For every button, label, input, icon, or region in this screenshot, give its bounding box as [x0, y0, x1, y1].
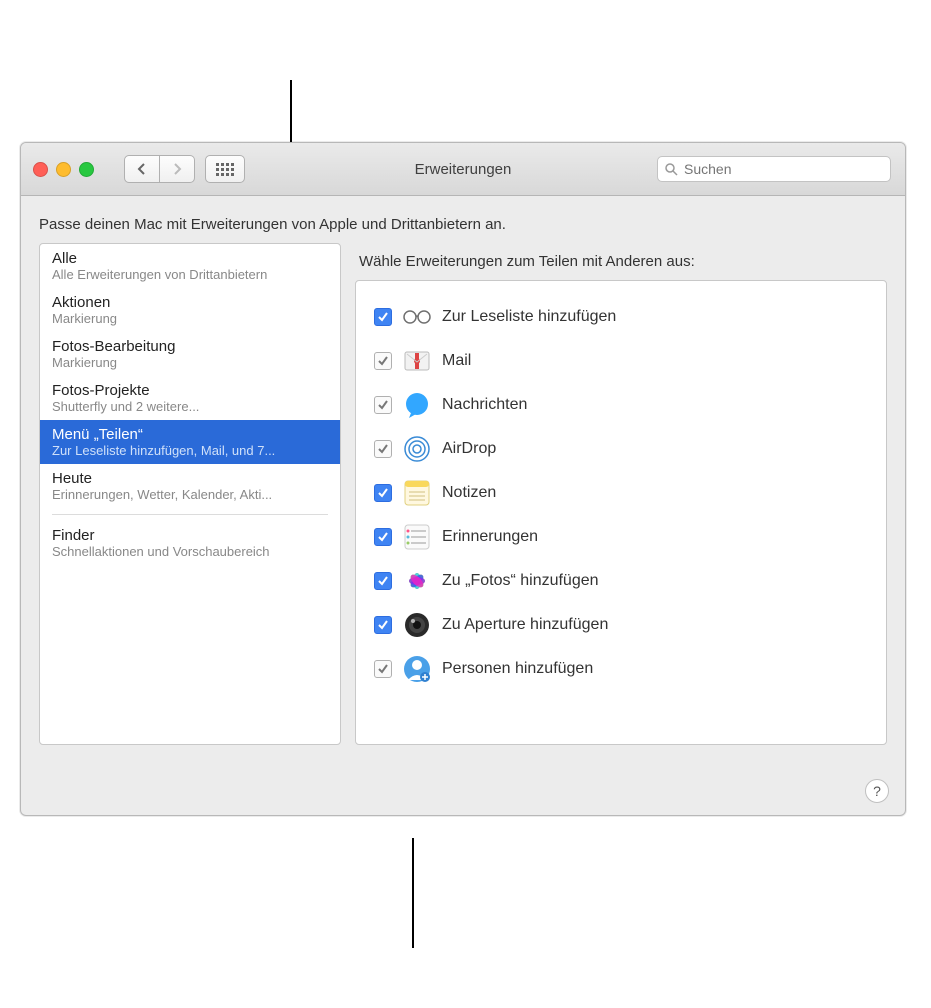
sidebar-item-desc: Markierung — [52, 355, 328, 370]
traffic-lights — [21, 162, 94, 177]
airdrop-icon — [402, 434, 432, 464]
sidebar-item[interactable]: Fotos-BearbeitungMarkierung — [40, 332, 340, 376]
sidebar-item[interactable]: AktionenMarkierung — [40, 288, 340, 332]
help-button[interactable]: ? — [865, 779, 889, 803]
chevron-right-icon — [172, 163, 182, 175]
checkbox[interactable] — [374, 484, 392, 502]
personen-icon — [402, 654, 432, 684]
forward-button[interactable] — [160, 155, 195, 183]
checkbox[interactable] — [374, 440, 392, 458]
extension-row: Nachrichten — [374, 383, 868, 427]
fotos-icon — [402, 566, 432, 596]
page-subtitle: Passe deinen Mac mit Erweiterungen von A… — [21, 196, 905, 243]
sidebar-item[interactable]: Menü „Teilen“Zur Leseliste hinzufügen, M… — [40, 420, 340, 464]
aperture-icon — [402, 610, 432, 640]
minimize-button[interactable] — [56, 162, 71, 177]
glasses-icon — [402, 302, 432, 332]
sidebar-item-label: Alle — [52, 250, 328, 267]
sidebar-item-desc: Zur Leseliste hinzufügen, Mail, und 7... — [52, 443, 328, 458]
mail-icon — [402, 346, 432, 376]
checkbox[interactable] — [374, 660, 392, 678]
extension-label: Notizen — [442, 484, 496, 502]
extension-label: Zu „Fotos“ hinzufügen — [442, 572, 599, 590]
extension-row: Mail — [374, 339, 868, 383]
sidebar-item-desc: Schnellaktionen und Vorschaubereich — [52, 544, 328, 559]
search-icon — [664, 162, 678, 176]
checkbox[interactable] — [374, 396, 392, 414]
sidebar-item-label: Finder — [52, 527, 328, 544]
sidebar-separator — [52, 514, 328, 515]
extension-list: Zur Leseliste hinzufügen Mail Nachrichten A… — [355, 280, 887, 745]
sidebar-item-desc: Markierung — [52, 311, 328, 326]
search-field[interactable] — [657, 156, 891, 182]
sidebar-item-label: Fotos-Bearbeitung — [52, 338, 328, 355]
extension-row: AirDrop — [374, 427, 868, 471]
extension-row: Zu „Fotos“ hinzufügen — [374, 559, 868, 603]
checkbox[interactable] — [374, 308, 392, 326]
messages-icon — [402, 390, 432, 420]
extension-label: Personen hinzufügen — [442, 660, 593, 678]
checkbox[interactable] — [374, 572, 392, 590]
notizen-icon — [402, 478, 432, 508]
sidebar-item-desc: Shutterfly und 2 weitere... — [52, 399, 328, 414]
sidebar-item-finder[interactable]: FinderSchnellaktionen und Vorschaubereic… — [40, 521, 340, 565]
show-all-button[interactable] — [205, 155, 245, 183]
content-area: AlleAlle Erweiterungen von Drittanbieter… — [21, 243, 905, 763]
sidebar-item-label: Aktionen — [52, 294, 328, 311]
sidebar-item-desc: Erinnerungen, Wetter, Kalender, Akti... — [52, 487, 328, 502]
reminders-icon — [402, 522, 432, 552]
extension-row: Zur Leseliste hinzufügen — [374, 295, 868, 339]
checkbox[interactable] — [374, 352, 392, 370]
extension-row: Notizen — [374, 471, 868, 515]
extension-label: Erinnerungen — [442, 528, 538, 546]
extension-row: Personen hinzufügen — [374, 647, 868, 691]
search-input[interactable] — [682, 160, 884, 178]
sidebar-item[interactable]: Fotos-ProjekteShutterfly und 2 weitere..… — [40, 376, 340, 420]
sidebar-item-label: Menü „Teilen“ — [52, 426, 328, 443]
main-panel: Wähle Erweiterungen zum Teilen mit Ander… — [355, 243, 887, 745]
nav-buttons — [124, 155, 195, 183]
sidebar-item[interactable]: AlleAlle Erweiterungen von Drittanbieter… — [40, 244, 340, 288]
extension-row: Erinnerungen — [374, 515, 868, 559]
sidebar-item-desc: Alle Erweiterungen von Drittanbietern — [52, 267, 328, 282]
sidebar-item-label: Fotos-Projekte — [52, 382, 328, 399]
preferences-window: Erweiterungen Passe deinen Mac mit Erwei… — [20, 142, 906, 816]
sidebar: AlleAlle Erweiterungen von Drittanbieter… — [39, 243, 341, 745]
extension-label: AirDrop — [442, 440, 496, 458]
callout-line-bottom — [412, 838, 414, 948]
titlebar: Erweiterungen — [21, 143, 905, 196]
checkbox[interactable] — [374, 616, 392, 634]
main-title: Wähle Erweiterungen zum Teilen mit Ander… — [355, 243, 887, 280]
extension-label: Zu Aperture hinzufügen — [442, 616, 608, 634]
extension-label: Nachrichten — [442, 396, 527, 414]
grid-icon — [216, 163, 234, 176]
sidebar-item-label: Heute — [52, 470, 328, 487]
extension-label: Zur Leseliste hinzufügen — [442, 308, 616, 326]
close-button[interactable] — [33, 162, 48, 177]
chevron-left-icon — [137, 163, 147, 175]
extension-label: Mail — [442, 352, 471, 370]
extension-row: Zu Aperture hinzufügen — [374, 603, 868, 647]
back-button[interactable] — [124, 155, 160, 183]
zoom-button[interactable] — [79, 162, 94, 177]
checkbox[interactable] — [374, 528, 392, 546]
sidebar-item[interactable]: HeuteErinnerungen, Wetter, Kalender, Akt… — [40, 464, 340, 508]
